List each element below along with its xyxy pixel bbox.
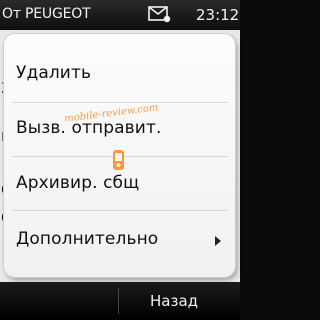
softkey-bar bbox=[0, 282, 240, 320]
message-envelope-icon bbox=[148, 4, 172, 24]
menu-item-delete[interactable]: Удалить bbox=[4, 48, 235, 100]
status-bar: От PEUGEOT 23:12 bbox=[0, 0, 240, 30]
clock: 23:12 bbox=[196, 6, 240, 24]
menu-item-label: Дополнительно bbox=[16, 229, 159, 249]
submenu-arrow-icon bbox=[215, 236, 221, 246]
menu-item-label: Архивир. сбщ bbox=[16, 173, 140, 193]
menu-item-label: Удалить bbox=[16, 63, 92, 83]
status-title: От PEUGEOT bbox=[2, 6, 91, 22]
watermark-logo-icon bbox=[108, 148, 130, 174]
back-softkey[interactable]: Назад bbox=[150, 292, 198, 310]
menu-divider bbox=[12, 210, 228, 211]
softkey-divider bbox=[118, 288, 119, 314]
menu-item-more[interactable]: Дополнительно bbox=[4, 214, 235, 266]
